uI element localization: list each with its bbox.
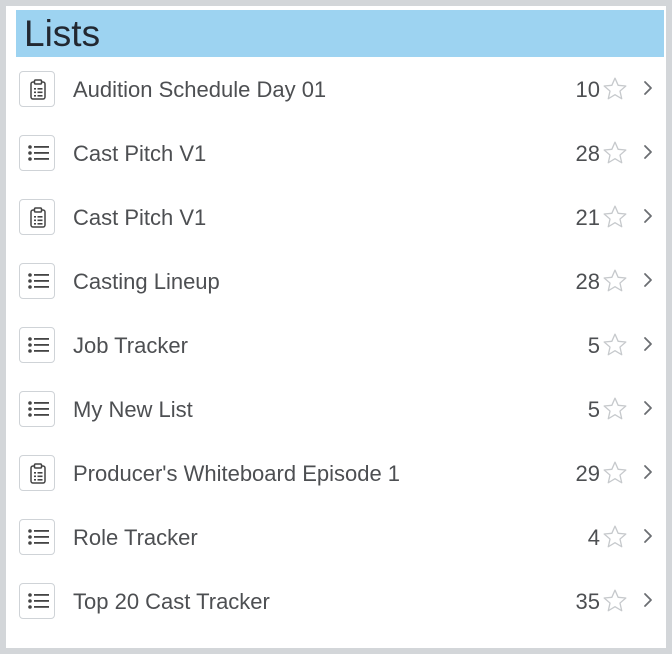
list-icon bbox=[19, 263, 55, 299]
list-item-name: Cast Pitch V1 bbox=[73, 141, 207, 166]
list-item-count: 21 bbox=[575, 205, 600, 230]
chevron-right-icon[interactable] bbox=[642, 336, 654, 357]
list-item-count: 10 bbox=[575, 77, 600, 102]
list-item-count: 28 bbox=[575, 141, 600, 166]
list-icon bbox=[19, 583, 55, 619]
chevron-right-icon[interactable] bbox=[642, 400, 654, 421]
chevron-right-icon[interactable] bbox=[642, 464, 654, 485]
list-item-name: My New List bbox=[73, 397, 193, 422]
list-icon bbox=[19, 135, 55, 171]
list-item-count: 29 bbox=[575, 461, 600, 486]
chevron-right-icon[interactable] bbox=[642, 80, 654, 101]
clipboard-icon bbox=[19, 71, 55, 107]
star-icon[interactable] bbox=[602, 204, 628, 235]
lists-list: Audition Schedule Day 01 10 Cast Pitch V1 2… bbox=[16, 57, 664, 633]
star-icon[interactable] bbox=[602, 76, 628, 107]
list-item[interactable]: Casting Lineup 28 bbox=[16, 249, 664, 313]
chevron-right-icon[interactable] bbox=[642, 144, 654, 165]
list-icon bbox=[19, 327, 55, 363]
lists-panel: Lists Audition Schedule Day 01 10 Cast Pit… bbox=[6, 6, 666, 648]
list-item-count: 5 bbox=[587, 333, 600, 358]
list-icon bbox=[19, 391, 55, 427]
star-icon[interactable] bbox=[602, 588, 628, 619]
list-item[interactable]: Job Tracker 5 bbox=[16, 313, 664, 377]
list-item-name: Producer's Whiteboard Episode 1 bbox=[73, 461, 401, 486]
star-icon[interactable] bbox=[602, 460, 628, 491]
chevron-right-icon[interactable] bbox=[642, 528, 654, 549]
list-item[interactable]: My New List 5 bbox=[16, 377, 664, 441]
list-icon bbox=[19, 519, 55, 555]
list-item-name: Role Tracker bbox=[73, 525, 198, 550]
list-item-count: 35 bbox=[575, 589, 600, 614]
star-icon[interactable] bbox=[602, 140, 628, 171]
chevron-right-icon[interactable] bbox=[642, 592, 654, 613]
clipboard-icon bbox=[19, 455, 55, 491]
lists-header: Lists bbox=[16, 10, 664, 57]
list-item-name: Top 20 Cast Tracker bbox=[73, 589, 270, 614]
list-item-count: 28 bbox=[575, 269, 600, 294]
list-item[interactable]: Audition Schedule Day 01 10 bbox=[16, 57, 664, 121]
star-icon[interactable] bbox=[602, 332, 628, 363]
list-item[interactable]: Producer's Whiteboard Episode 1 29 bbox=[16, 441, 664, 505]
star-icon[interactable] bbox=[602, 268, 628, 299]
list-item-name: Cast Pitch V1 bbox=[73, 205, 207, 230]
star-icon[interactable] bbox=[602, 524, 628, 555]
list-item[interactable]: Cast Pitch V1 28 bbox=[16, 121, 664, 185]
list-item-name: Audition Schedule Day 01 bbox=[73, 77, 327, 102]
list-item-count: 5 bbox=[587, 397, 600, 422]
list-item-name: Job Tracker bbox=[73, 333, 188, 358]
list-item[interactable]: Top 20 Cast Tracker 35 bbox=[16, 569, 664, 633]
chevron-right-icon[interactable] bbox=[642, 272, 654, 293]
chevron-right-icon[interactable] bbox=[642, 208, 654, 229]
clipboard-icon bbox=[19, 199, 55, 235]
list-item[interactable]: Cast Pitch V1 21 bbox=[16, 185, 664, 249]
star-icon[interactable] bbox=[602, 396, 628, 427]
page-title: Lists bbox=[24, 13, 101, 54]
list-item-count: 4 bbox=[587, 525, 600, 550]
list-item-name: Casting Lineup bbox=[73, 269, 220, 294]
list-item[interactable]: Role Tracker 4 bbox=[16, 505, 664, 569]
